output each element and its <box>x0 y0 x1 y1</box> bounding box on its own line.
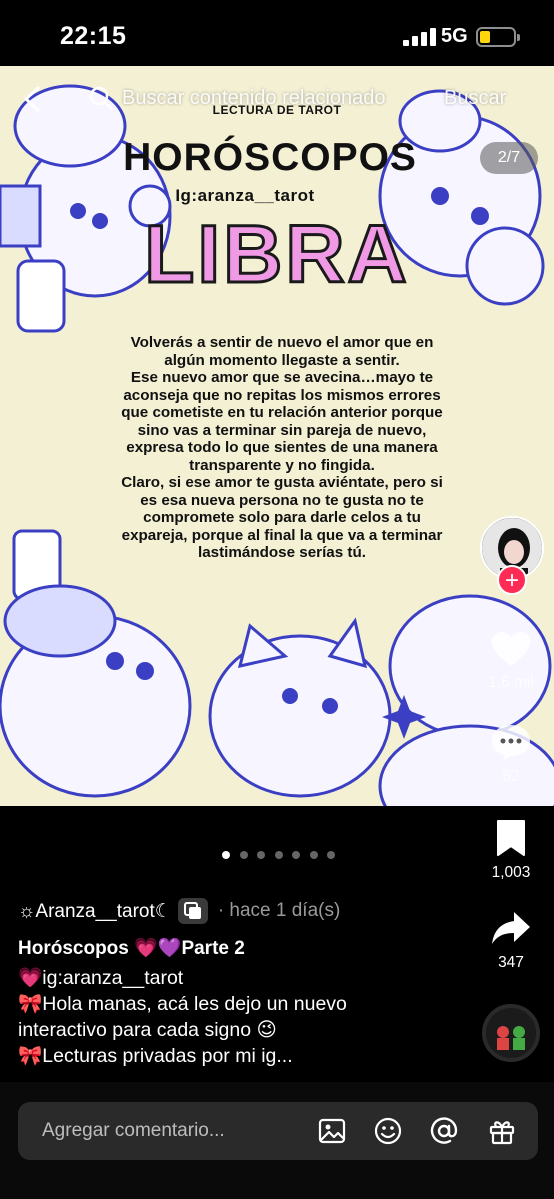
share-icon <box>492 912 530 944</box>
post-reading-text: Volverás a sentir de nuevo el amor que e… <box>121 334 443 561</box>
save-count: 1,003 <box>491 864 531 881</box>
post-time: · hace 1 día(s) <box>217 900 341 921</box>
pagination-dot <box>239 851 248 859</box>
post-sign: LIBRA <box>143 208 410 302</box>
pagination-dot <box>292 851 300 859</box>
share-count: 347 <box>498 954 524 971</box>
battery-icon <box>476 27 520 47</box>
pagination-dot <box>309 851 318 859</box>
image-icon[interactable] <box>317 1116 347 1146</box>
status-bar: 22:15 5G <box>0 0 554 70</box>
follow-button[interactable]: + <box>497 565 527 595</box>
gift-icon[interactable] <box>487 1116 517 1146</box>
post-handle: Ig:aranza__tarot <box>175 186 315 205</box>
post-title: HORÓSCOPOS <box>123 136 417 179</box>
caption-title: Horóscopos 💗💜Parte 2 <box>18 938 245 959</box>
network-label: 5G <box>441 25 468 47</box>
emoji-icon[interactable] <box>373 1116 403 1146</box>
comment-button[interactable]: 62 <box>476 722 546 786</box>
caption-line: 🎀Hola manas, acá les dejo un nuevo <box>18 993 347 1015</box>
mention-icon[interactable] <box>429 1116 459 1146</box>
music-disc[interactable] <box>482 1004 540 1062</box>
save-button[interactable]: 1,003 <box>476 818 546 882</box>
pagination-dot <box>327 851 335 859</box>
carousel-pagination <box>222 851 345 859</box>
pagination-dot <box>274 851 283 859</box>
caption-line: interactivo para cada signo 😉 <box>18 1019 277 1041</box>
repost-icon <box>177 898 208 924</box>
bookmark-icon <box>497 820 525 856</box>
pagination-dot <box>222 851 230 859</box>
heart-icon <box>491 631 531 666</box>
comment-placeholder: Agregar comentario... <box>42 1120 225 1141</box>
caption-line: 💗ig:aranza__tarot <box>18 967 184 989</box>
image-counter: 2/7 <box>480 142 538 174</box>
caption-line[interactable]: 🎀Lecturas privadas por mi ig... <box>18 1044 293 1068</box>
like-count: 1.6 mil <box>488 674 534 691</box>
author-name[interactable]: ☼Aranza__tarot☾ <box>18 900 172 923</box>
clock: 22:15 <box>60 22 127 50</box>
comment-count: 62 <box>502 768 520 785</box>
music-cover-icon <box>486 1008 536 1058</box>
share-button[interactable]: 347 <box>476 908 546 972</box>
like-button[interactable]: 1.6 mil <box>476 628 546 692</box>
comment-icon <box>492 725 530 761</box>
post-header-small: LECTURA DE TAROT <box>212 103 342 117</box>
signal-icon <box>403 28 436 46</box>
pagination-dot <box>257 851 265 859</box>
author-row: ☼Aranza__tarot☾ · hace 1 día(s) <box>18 897 340 925</box>
